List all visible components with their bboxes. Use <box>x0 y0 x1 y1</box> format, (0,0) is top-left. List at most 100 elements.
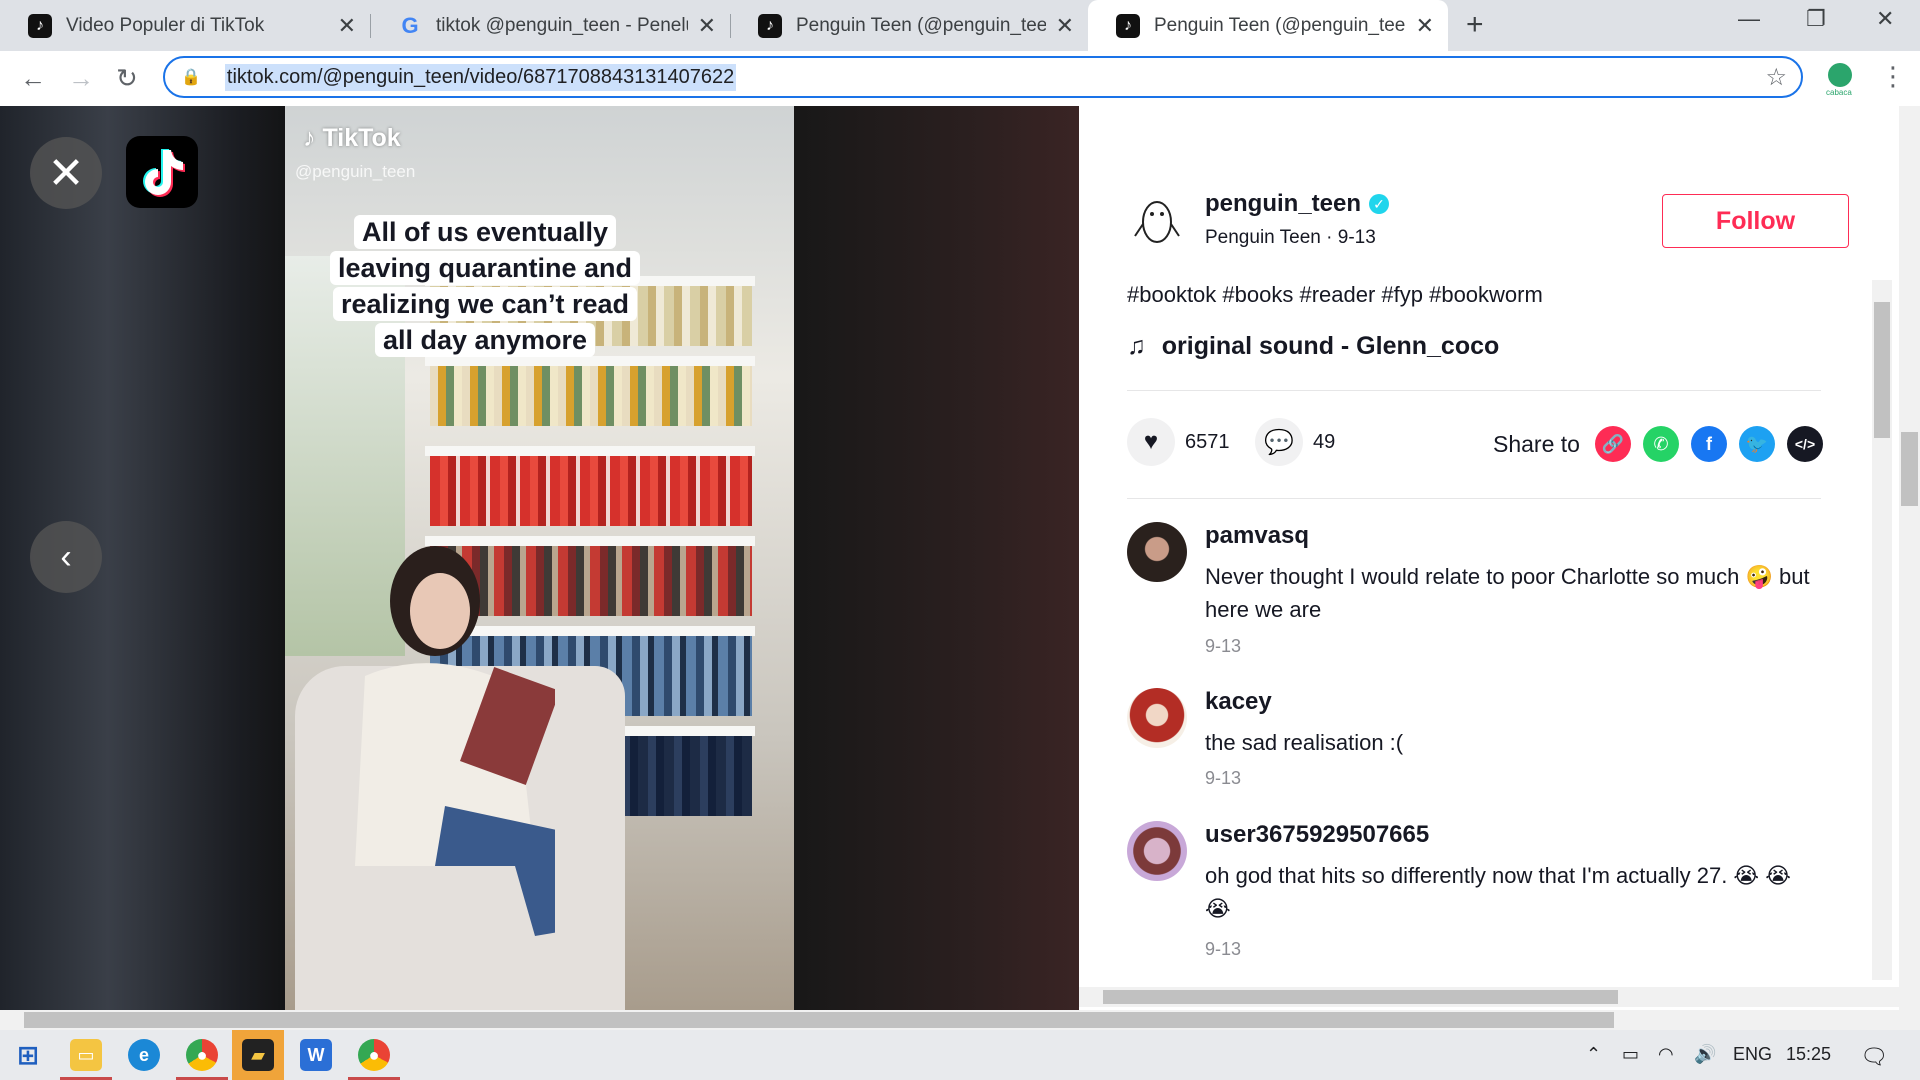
restore-button[interactable]: ❐ <box>1806 6 1826 32</box>
close-window-button[interactable]: ✕ <box>1876 6 1894 32</box>
chrome-icon[interactable]: ● <box>186 1039 218 1071</box>
embed-icon[interactable]: </> <box>1787 426 1823 462</box>
comment-username[interactable]: pamvasq <box>1205 522 1309 550</box>
penguin-avatar-icon <box>1134 201 1180 243</box>
music-title[interactable]: original sound - Glenn_coco <box>1162 332 1500 360</box>
sticky-notes-icon[interactable]: ▰ <box>242 1039 274 1071</box>
comment-date: 9-13 <box>1205 636 1242 656</box>
cabaca-extension-icon[interactable] <box>1828 63 1852 87</box>
close-tab-icon[interactable]: ✕ <box>1056 13 1074 39</box>
report-button[interactable]: ⚐ Report <box>953 158 1041 183</box>
language-indicator[interactable]: ENG <box>1733 1044 1772 1065</box>
battery-icon[interactable]: ▭ <box>1622 1044 1639 1065</box>
comment-item: pamvasq Never thought I would relate to … <box>1127 522 1827 662</box>
file-explorer-icon[interactable]: ▭ <box>70 1039 102 1071</box>
tab-strip: ♪ Video Populer di TikTok ✕ G tiktok @pe… <box>0 0 1920 51</box>
author-username[interactable]: penguin_teen ✓ <box>1205 190 1390 218</box>
new-tab-button[interactable]: + <box>1466 8 1484 42</box>
tab-google-search[interactable]: G tiktok @penguin_teen - Penelusuran ✕ <box>370 0 730 51</box>
extension-label: cabaca <box>1826 88 1852 97</box>
previous-video-button[interactable]: ‹ <box>30 521 102 593</box>
whatsapp-icon[interactable]: ✆ <box>1643 426 1679 462</box>
comment-icon[interactable]: 💬 <box>1255 418 1303 466</box>
back-button[interactable]: ← <box>20 63 46 94</box>
word-icon[interactable]: W <box>300 1039 332 1071</box>
tab-title: Penguin Teen (@penguin_teen) C <box>1154 14 1406 36</box>
comment-username[interactable]: user3675929507665 <box>1205 821 1429 849</box>
divider <box>1127 390 1821 391</box>
share-label: Share to <box>1493 431 1580 457</box>
tiktok-note-icon <box>143 149 185 197</box>
next-video-button[interactable]: › <box>977 521 1049 593</box>
tiktok-icon: ♪ <box>1116 13 1140 38</box>
comment-item: kacey the sad realisation :( 9-13 <box>1127 688 1827 798</box>
tiktok-icon: ♪ <box>28 13 52 38</box>
facebook-icon[interactable]: f <box>1691 426 1727 462</box>
notifications-icon[interactable]: 🗨 <box>1860 1044 1888 1070</box>
address-bar[interactable]: 🔒 tiktok.com/@penguin_teen/video/6871708… <box>163 56 1803 98</box>
verified-badge-icon: ✓ <box>1369 194 1390 214</box>
overlay-text: All of us eventually leaving quarantine … <box>329 215 641 357</box>
windows-taskbar: ⊞ ▭ e ● ▰ W ● ⌃ ▭ ◠ 🔊 ENG 15:25 🗨 <box>0 1030 1920 1080</box>
video-caption-hashtags[interactable]: #booktok #books #reader #fyp #bookworm <box>1127 282 1543 308</box>
person-reading <box>355 546 555 936</box>
volume-icon[interactable]: 🔊 <box>1694 1044 1716 1065</box>
video-frame[interactable]: All of us eventually leaving quarantine … <box>285 106 794 1010</box>
reload-button[interactable]: ↻ <box>116 63 138 94</box>
page-scrollbar-thumb[interactable] <box>1901 432 1918 506</box>
tab-penguin-teen-video[interactable]: ♪ Penguin Teen (@penguin_teen) C ✕ <box>1088 0 1448 51</box>
comment-text: Never thought I would relate to poor Cha… <box>1205 564 1810 622</box>
books-row <box>430 366 752 426</box>
comments-scrollbar-thumb[interactable] <box>1874 302 1890 438</box>
report-label: Report <box>976 160 1041 182</box>
edge-icon[interactable]: e <box>128 1039 160 1071</box>
browser-toolbar: ← → ↻ 🔒 tiktok.com/@penguin_teen/video/6… <box>0 51 1920 107</box>
flag-icon: ⚐ <box>953 160 971 182</box>
page-scrollbar[interactable] <box>1899 106 1920 1010</box>
watermark-username: @penguin_teen <box>295 162 416 181</box>
video-player[interactable]: All of us eventually leaving quarantine … <box>0 106 1079 1010</box>
comment-action[interactable]: 💬 49 <box>1255 418 1335 466</box>
browser-menu-icon[interactable]: ⋮ <box>1880 61 1906 92</box>
show-hidden-icons[interactable]: ⌃ <box>1586 1044 1601 1065</box>
tab-title: Video Populer di TikTok <box>66 14 265 36</box>
minimize-button[interactable]: — <box>1738 6 1760 32</box>
music-link[interactable]: ♫ original sound - Glenn_coco <box>1127 332 1499 361</box>
google-icon: G <box>401 12 419 38</box>
close-tab-icon[interactable]: ✕ <box>338 13 356 39</box>
like-action[interactable]: ♥ 6571 <box>1127 418 1230 466</box>
tab-title: Penguin Teen (@penguin_teen) TikTok <box>796 14 1046 36</box>
tab-penguin-teen-profile[interactable]: ♪ Penguin Teen (@penguin_teen) TikTok ✕ <box>730 0 1088 51</box>
comment-item: user3675929507665 oh god that hits so di… <box>1127 821 1827 961</box>
comment-date: 9-13 <box>1205 768 1242 788</box>
heart-icon[interactable]: ♥ <box>1127 418 1175 466</box>
clock[interactable]: 15:25 <box>1786 1044 1831 1065</box>
username-text[interactable]: penguin_teen <box>1205 190 1361 217</box>
close-tab-icon[interactable]: ✕ <box>1416 13 1434 39</box>
forward-button[interactable]: → <box>68 63 94 94</box>
avatar[interactable] <box>1127 522 1187 582</box>
tiktok-logo[interactable] <box>126 136 198 208</box>
close-video-button[interactable]: ✕ <box>30 137 102 209</box>
page-horizontal-scrollbar-thumb[interactable] <box>24 1012 1614 1028</box>
music-note-icon: ♫ <box>1127 332 1146 360</box>
windows-start-icon[interactable]: ⊞ <box>12 1039 44 1071</box>
close-tab-icon[interactable]: ✕ <box>698 13 716 39</box>
comment-count: 49 <box>1313 430 1336 453</box>
avatar[interactable] <box>1127 688 1187 748</box>
comment-username[interactable]: kacey <box>1205 688 1272 716</box>
wifi-icon[interactable]: ◠ <box>1658 1044 1674 1065</box>
avatar[interactable] <box>1127 821 1187 881</box>
bookmark-star-icon[interactable]: ☆ <box>1765 63 1787 92</box>
url-text[interactable]: tiktok.com/@penguin_teen/video/687170884… <box>224 63 737 91</box>
info-horizontal-scrollbar-thumb[interactable] <box>1103 990 1618 1004</box>
tab-video-populer[interactable]: ♪ Video Populer di TikTok ✕ <box>0 0 370 51</box>
follow-button[interactable]: Follow <box>1662 194 1849 248</box>
chrome-profile-icon[interactable]: ● <box>358 1039 390 1071</box>
twitter-icon[interactable]: 🐦 <box>1739 426 1775 462</box>
copy-link-icon[interactable]: 🔗 <box>1595 426 1631 462</box>
tiktok-watermark: ♪ TikTok <box>303 124 401 152</box>
watermark-logo-text: TikTok <box>322 124 401 152</box>
avatar[interactable] <box>1127 190 1187 250</box>
comment-date: 9-13 <box>1205 939 1242 959</box>
